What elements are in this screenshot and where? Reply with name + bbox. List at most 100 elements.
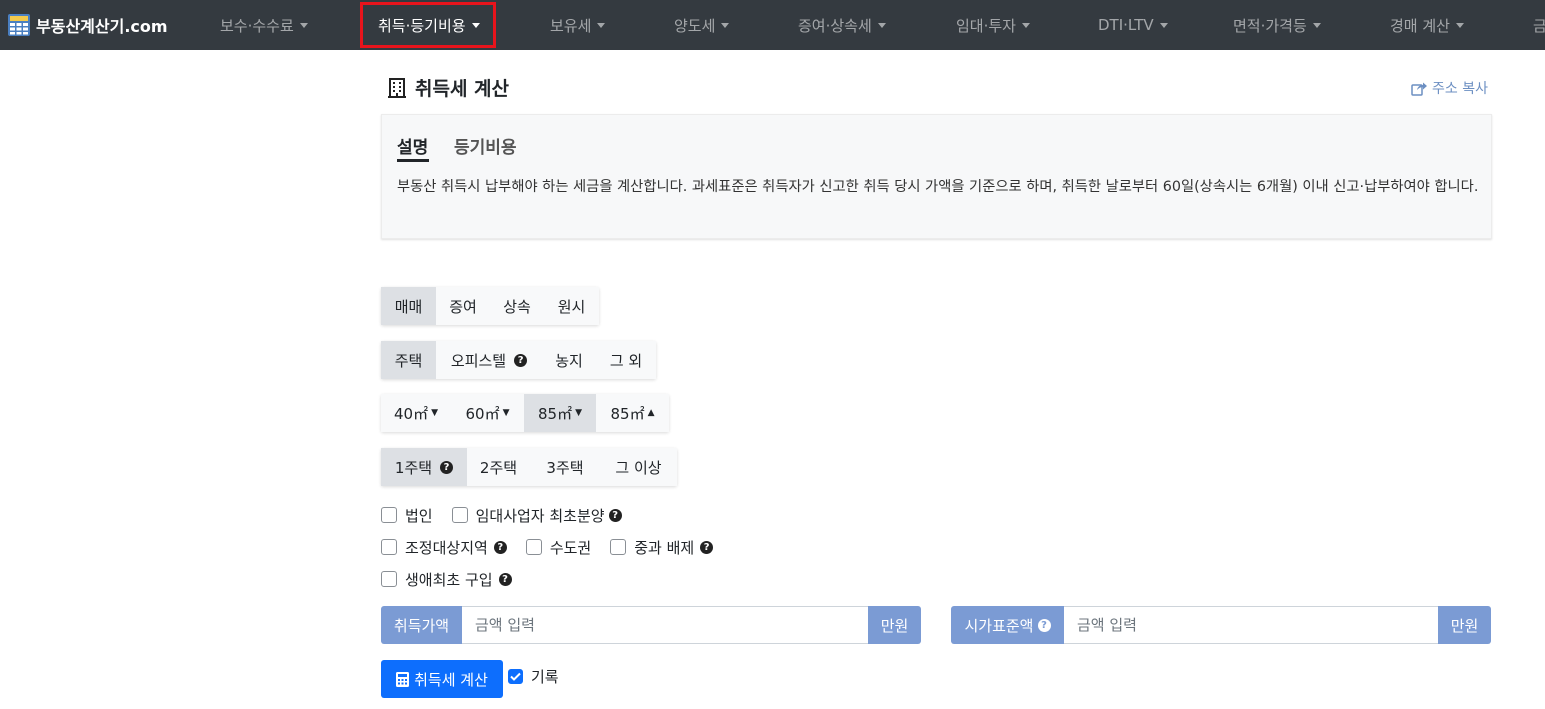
calculator-logo-icon <box>8 14 30 36</box>
checkbox-box[interactable] <box>610 539 627 555</box>
building-icon <box>388 77 406 98</box>
option-area-85-above[interactable]: 85㎡ ▲ <box>596 394 669 432</box>
calculate-button[interactable]: 취득세 계산 <box>381 660 503 698</box>
triangle-down-icon: ▼ <box>575 408 582 418</box>
calculate-button-label: 취득세 계산 <box>414 670 488 689</box>
checkbox-label: 중과 배제 <box>634 538 695 557</box>
caret-down-icon <box>1021 22 1030 28</box>
checkbox-label: 임대사업자 최초분양 <box>475 506 605 525</box>
area-group: 40㎡ ▼ 60㎡ ▼ 85㎡ ▼ 85㎡ ▲ <box>381 394 669 432</box>
caret-down-icon <box>1159 22 1168 28</box>
page-title-text: 취득세 계산 <box>415 78 510 100</box>
standard-price-label-text: 시가표준액 <box>964 616 1034 635</box>
nav-label: 증여·상속세 <box>798 16 872 35</box>
checkbox-box[interactable] <box>451 507 468 523</box>
checkbox-box[interactable] <box>508 669 523 684</box>
option-house[interactable]: 주택 <box>381 341 436 379</box>
top-navbar: 부동산계산기.com 보수·수수료 취득·등기비용 보유세 양도세 증여·상속세… <box>0 0 1545 50</box>
calculator-icon <box>396 671 410 687</box>
regulated-area-checkbox[interactable]: 조정대상지역? <box>381 537 507 558</box>
checkbox-box[interactable] <box>381 539 397 555</box>
acquisition-price-unit: 만원 <box>868 606 921 644</box>
option-purchase[interactable]: 매매 <box>381 287 436 325</box>
help-icon[interactable]: ? <box>440 460 454 474</box>
nav-auction-calc[interactable]: 경매 계산 <box>1390 0 1464 50</box>
option-original[interactable]: 원시 <box>544 287 599 325</box>
triangle-down-icon: ▼ <box>502 408 510 418</box>
rental-first-sale-checkbox[interactable]: 임대사업자 최초분양? <box>451 505 622 526</box>
caret-down-icon <box>721 22 730 28</box>
checkbox-row-2: 조정대상지역? 수도권 중과 배제? <box>381 536 732 558</box>
copy-address-link[interactable]: 주소 복사 <box>1411 78 1488 98</box>
nav-dti-ltv[interactable]: DTI·LTV <box>1098 0 1168 50</box>
acquisition-type-group: 매매 증여 상속 원시 <box>381 287 599 325</box>
check-icon <box>510 672 521 681</box>
record-label: 기록 <box>531 668 559 686</box>
tab-description[interactable]: 설명 <box>397 133 428 158</box>
nav-overflow-item[interactable]: 금 <box>1533 0 1545 50</box>
area-label: 85㎡ <box>610 404 645 423</box>
nav-gift-inheritance[interactable]: 증여·상속세 <box>798 0 886 50</box>
acquisition-price-label: 취득가액 <box>381 606 462 644</box>
house-count-label: 1주택 <box>394 458 433 477</box>
checkbox-row-1: 법인 임대사업자 최초분양? <box>381 504 641 526</box>
nav-label: 임대·투자 <box>956 16 1016 35</box>
help-icon[interactable]: ? <box>608 508 622 522</box>
brand-name: 부동산계산기.com <box>36 17 168 36</box>
record-checkbox[interactable]: 기록 <box>508 666 559 687</box>
option-area-40[interactable]: 40㎡ ▼ <box>381 394 451 432</box>
heavy-exclusion-checkbox[interactable]: 중과 배제? <box>610 537 714 558</box>
active-nav-highlight <box>360 2 496 48</box>
option-gift[interactable]: 증여 <box>436 287 490 325</box>
area-label: 40㎡ <box>393 404 429 423</box>
nav-rental-investment[interactable]: 임대·투자 <box>956 0 1030 50</box>
checkbox-box[interactable] <box>381 507 397 523</box>
first-home-checkbox[interactable]: 생애최초 구입? <box>381 569 512 590</box>
house-count-group: 1주택? 2주택 3주택 그 이상 <box>381 448 677 486</box>
acquisition-price-input[interactable] <box>462 606 868 644</box>
acquisition-price-group: 취득가액 만원 <box>381 606 921 644</box>
help-icon[interactable]: ? <box>498 572 512 586</box>
nav-label: 면적·가격등 <box>1233 16 1307 35</box>
option-2-houses[interactable]: 2주택 <box>467 448 530 486</box>
nav-holding-tax[interactable]: 보유세 <box>550 0 606 50</box>
tab-registration-cost[interactable]: 등기비용 <box>454 133 517 158</box>
checkbox-box[interactable] <box>381 571 397 587</box>
area-label: 85㎡ <box>537 404 573 423</box>
option-more-houses[interactable]: 그 이상 <box>600 448 677 486</box>
nav-label: 금 <box>1533 16 1545 35</box>
standard-price-group: 시가표준액? 만원 <box>951 606 1491 644</box>
nav-label: 양도세 <box>674 16 716 35</box>
nav-transfer-tax[interactable]: 양도세 <box>674 0 730 50</box>
nav-label: 경매 계산 <box>1390 16 1450 35</box>
help-icon[interactable]: ? <box>514 353 528 367</box>
capital-area-checkbox[interactable]: 수도권 <box>525 537 591 558</box>
help-icon[interactable]: ? <box>700 540 714 554</box>
option-3-houses[interactable]: 3주택 <box>530 448 600 486</box>
option-other[interactable]: 그 외 <box>596 341 656 379</box>
area-label: 60㎡ <box>465 404 500 423</box>
standard-price-input[interactable] <box>1064 606 1438 644</box>
nav-area-price[interactable]: 면적·가격등 <box>1233 0 1321 50</box>
help-icon[interactable]: ? <box>1037 618 1051 632</box>
description-text: 부동산 취득시 납부해야 하는 세금을 계산합니다. 과세표준은 취득자가 신고… <box>397 179 1479 195</box>
option-inheritance[interactable]: 상속 <box>490 287 544 325</box>
option-officetel[interactable]: 오피스텔? <box>436 341 542 379</box>
nav-brokerage-fee[interactable]: 보수·수수료 <box>220 0 308 50</box>
option-area-85-below[interactable]: 85㎡ ▼ <box>524 394 596 432</box>
help-icon[interactable]: ? <box>493 540 507 554</box>
active-tab-underline <box>397 159 429 162</box>
option-area-60[interactable]: 60㎡ ▼ <box>451 394 524 432</box>
brand-logo-link[interactable]: 부동산계산기.com <box>8 0 168 50</box>
share-icon <box>1411 82 1427 96</box>
copy-address-label: 주소 복사 <box>1432 81 1488 97</box>
triangle-up-icon: ▲ <box>647 408 655 418</box>
option-1-house[interactable]: 1주택? <box>381 448 467 486</box>
caret-down-icon <box>597 22 606 28</box>
caret-down-icon <box>1455 22 1464 28</box>
checkbox-box[interactable] <box>525 539 542 555</box>
option-farmland[interactable]: 농지 <box>542 341 596 379</box>
corporation-checkbox[interactable]: 법인 <box>381 505 433 526</box>
page-title: 취득세 계산 <box>388 74 509 101</box>
checkbox-row-3: 생애최초 구입? <box>381 568 531 590</box>
